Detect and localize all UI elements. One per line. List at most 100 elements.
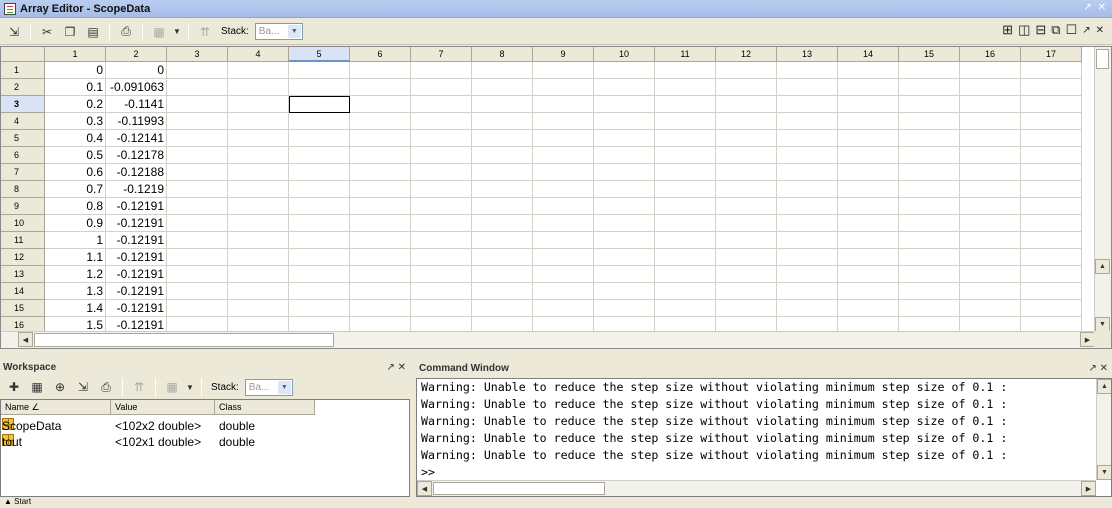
grid-cell[interactable] xyxy=(228,266,289,283)
grid-cell[interactable] xyxy=(899,249,960,266)
grid-cell[interactable] xyxy=(167,164,228,181)
grid-cell[interactable] xyxy=(289,232,350,249)
horizontal-scrollbar[interactable]: ◀ ▶ xyxy=(417,480,1096,496)
grid-cell[interactable] xyxy=(655,232,716,249)
workspace-stack-select[interactable]: Ba... ▼ xyxy=(244,378,293,396)
grid-cell[interactable] xyxy=(472,300,533,317)
grid-cell[interactable] xyxy=(472,113,533,130)
grid-cell[interactable] xyxy=(1021,181,1082,198)
delete-icon[interactable]: ⇈ xyxy=(129,377,149,397)
grid-cell[interactable] xyxy=(411,266,472,283)
column-header[interactable]: 12 xyxy=(716,47,777,62)
grid-cell[interactable] xyxy=(228,215,289,232)
grid-cell[interactable] xyxy=(716,283,777,300)
scroll-down-icon[interactable]: ▼ xyxy=(1097,465,1111,480)
grid-cell[interactable] xyxy=(716,198,777,215)
grid-cell[interactable] xyxy=(777,164,838,181)
grid-cell[interactable] xyxy=(777,113,838,130)
grid-cell[interactable] xyxy=(838,266,899,283)
grid-cell[interactable] xyxy=(228,96,289,113)
grid-cell[interactable] xyxy=(228,164,289,181)
grid-cell[interactable] xyxy=(1021,198,1082,215)
grid-cell[interactable] xyxy=(960,181,1021,198)
scroll-thumb[interactable] xyxy=(34,333,334,347)
scroll-down-icon[interactable]: ▼ xyxy=(1095,317,1110,332)
grid-cell[interactable] xyxy=(289,113,350,130)
grid-cell[interactable] xyxy=(960,96,1021,113)
grid-cell[interactable] xyxy=(228,249,289,266)
grid-cell[interactable] xyxy=(716,113,777,130)
grid-cell[interactable] xyxy=(716,215,777,232)
grid-cell[interactable]: 0.2 xyxy=(45,96,106,113)
plot-icon[interactable]: ▦ xyxy=(149,22,169,42)
grid-cell[interactable]: 0 xyxy=(106,62,167,79)
grid-cell[interactable] xyxy=(1021,215,1082,232)
new-variable-icon[interactable]: ✚ xyxy=(4,377,24,397)
grid-cell[interactable] xyxy=(167,147,228,164)
grid-cell[interactable]: 1 xyxy=(45,232,106,249)
column-header[interactable]: 17 xyxy=(1021,47,1082,62)
grid-cell[interactable] xyxy=(167,113,228,130)
close-icon[interactable]: ✕ xyxy=(1096,25,1104,36)
grid-cell[interactable] xyxy=(594,147,655,164)
grid-cell[interactable] xyxy=(350,79,411,96)
grid-cell[interactable] xyxy=(167,215,228,232)
dropdown-icon[interactable]: ▼ xyxy=(185,377,195,397)
column-header[interactable]: 10 xyxy=(594,47,655,62)
grid-cell[interactable]: 1.3 xyxy=(45,283,106,300)
grid-cell[interactable] xyxy=(533,62,594,79)
grid-cell[interactable] xyxy=(533,215,594,232)
row-header[interactable]: 4 xyxy=(1,113,45,130)
grid-cell[interactable] xyxy=(594,232,655,249)
grid-cell[interactable]: 0.6 xyxy=(45,164,106,181)
grid-cell[interactable] xyxy=(655,113,716,130)
grid-cell[interactable] xyxy=(228,62,289,79)
grid-cell[interactable] xyxy=(472,181,533,198)
grid-cell[interactable] xyxy=(228,300,289,317)
close-icon[interactable]: ✕ xyxy=(1100,363,1108,374)
grid-cell[interactable] xyxy=(228,198,289,215)
grid-cell[interactable] xyxy=(838,198,899,215)
grid-cell[interactable] xyxy=(777,300,838,317)
grid-cell[interactable] xyxy=(1021,147,1082,164)
grid-cell[interactable] xyxy=(655,96,716,113)
grid-cell[interactable] xyxy=(655,147,716,164)
grid-cell[interactable]: -0.11993 xyxy=(106,113,167,130)
grid-cell[interactable] xyxy=(228,232,289,249)
column-header-name[interactable]: Name ∠ xyxy=(1,400,111,415)
grid-cell[interactable] xyxy=(594,62,655,79)
grid-cell[interactable] xyxy=(838,232,899,249)
grid-corner[interactable] xyxy=(1,47,45,62)
close-icon[interactable]: ✕ xyxy=(398,362,406,373)
grid-cell[interactable] xyxy=(533,79,594,96)
split-vertical-icon[interactable]: ◫ xyxy=(1018,22,1030,38)
grid-cell[interactable] xyxy=(350,147,411,164)
grid-cell[interactable] xyxy=(350,300,411,317)
grid-cell[interactable] xyxy=(472,164,533,181)
grid-cell[interactable] xyxy=(472,147,533,164)
grid-cell[interactable] xyxy=(594,300,655,317)
grid-cell[interactable] xyxy=(533,198,594,215)
grid-cell[interactable] xyxy=(960,215,1021,232)
grid-cell[interactable] xyxy=(899,300,960,317)
grid-cell[interactable] xyxy=(411,113,472,130)
grid-cell[interactable]: -0.12178 xyxy=(106,147,167,164)
grid-cell[interactable] xyxy=(350,249,411,266)
grid-cell[interactable] xyxy=(899,113,960,130)
command-prompt[interactable]: >> xyxy=(417,464,1111,481)
stack-select[interactable]: Ba... ▼ xyxy=(254,23,303,40)
grid-cell[interactable] xyxy=(777,232,838,249)
grid-cell[interactable] xyxy=(838,79,899,96)
grid-cell[interactable] xyxy=(411,181,472,198)
grid-cell[interactable] xyxy=(838,62,899,79)
scroll-right-icon[interactable]: ▶ xyxy=(1081,481,1096,496)
grid-cell[interactable]: -0.12191 xyxy=(106,232,167,249)
grid-cell[interactable] xyxy=(716,164,777,181)
grid-cell[interactable] xyxy=(716,249,777,266)
grid-cell[interactable] xyxy=(350,96,411,113)
grid-cell[interactable] xyxy=(655,62,716,79)
undock-icon[interactable]: ↗ xyxy=(1088,363,1096,374)
grid-cell[interactable] xyxy=(594,96,655,113)
row-header[interactable]: 7 xyxy=(1,164,45,181)
grid-cell[interactable] xyxy=(167,283,228,300)
